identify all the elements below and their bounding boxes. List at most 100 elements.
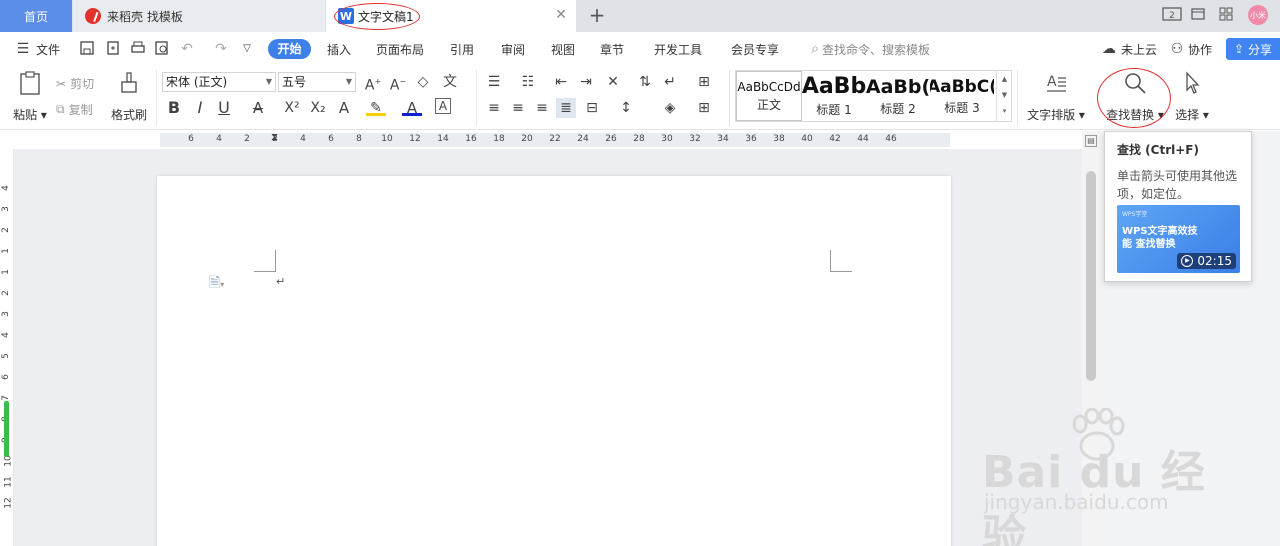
avatar[interactable]: 小米 (1248, 5, 1268, 25)
align-center-icon[interactable]: ≡ (508, 98, 528, 118)
highlight-icon[interactable]: ✎ (366, 98, 386, 116)
tab-view[interactable]: 视图 (551, 41, 575, 58)
divider (729, 70, 730, 126)
phonetic-guide-icon[interactable]: 文 (440, 72, 460, 92)
document-page[interactable]: ↵ 🗎▾ (157, 176, 951, 546)
apps-grid-icon[interactable] (1216, 6, 1236, 24)
hamburger-icon[interactable]: ☰ (14, 40, 32, 58)
find-replace-button[interactable]: 查找替换 ▾ (1104, 70, 1166, 123)
tab-daoke[interactable]: 来稻壳 找模板 (73, 0, 325, 32)
line-spacing-icon[interactable]: ↕ (616, 98, 636, 118)
increase-indent-icon[interactable]: ⇥ (576, 72, 596, 92)
tab-document[interactable]: W 文字文稿1 ✕ (326, 0, 576, 32)
customize-dropdown-icon[interactable]: ▽ (238, 40, 256, 58)
new-tab-button[interactable]: + (586, 4, 608, 26)
collaborate-button[interactable]: 协作 (1188, 41, 1212, 58)
cut-button[interactable]: ✂ 剪切 (56, 75, 94, 92)
tab-home[interactable]: 首页 (0, 0, 72, 32)
play-icon: ▶ (1181, 255, 1194, 267)
save-icon[interactable] (78, 40, 96, 58)
print-icon[interactable] (129, 40, 147, 58)
close-tab-icon[interactable]: ✕ (554, 8, 568, 22)
ruler-tick: 11 (3, 476, 14, 488)
italic-icon[interactable]: I (190, 98, 210, 118)
align-left-icon[interactable]: ≡ (484, 98, 504, 118)
cloud-status[interactable]: 未上云 (1121, 41, 1157, 58)
paragraph-mark[interactable]: ↵ (276, 275, 285, 288)
tab-developer[interactable]: 开发工具 (654, 41, 702, 58)
copy-button[interactable]: ⧉ 复制 (56, 101, 93, 118)
command-search-input[interactable]: 查找命令、搜索模板 (822, 41, 930, 58)
layout-switch-icon[interactable]: 2 (1162, 6, 1182, 24)
text-effect-icon[interactable]: A (334, 98, 354, 118)
tutorial-video-thumbnail[interactable]: WPS学堂 WPS文字高效技能 查找替换 ▶ 02:15 (1117, 205, 1240, 273)
ruler-tick: 4 (0, 332, 11, 338)
vertical-ruler[interactable]: 4321123456789101112 (0, 149, 14, 546)
ruler-tick: 38 (773, 134, 785, 144)
skin-icon[interactable] (1188, 6, 1208, 24)
share-button[interactable]: ⇪ 分享 (1226, 38, 1280, 60)
decrease-indent-icon[interactable]: ⇤ (551, 72, 571, 92)
clear-format-icon[interactable]: ◇ (413, 72, 433, 92)
font-size-select[interactable]: 五号 ▼ (278, 72, 356, 92)
find-replace-label: 查找替换 ▾ (1106, 108, 1164, 122)
tab-stops-icon[interactable]: ⊞ (694, 72, 714, 92)
show-marks-icon[interactable]: ↵ (660, 72, 680, 92)
tab-chapter[interactable]: 章节 (600, 41, 624, 58)
chinese-layout-icon[interactable]: ✕ (603, 72, 623, 92)
ruler-tick: 12 (3, 497, 14, 509)
tab-review[interactable]: 审阅 (501, 41, 525, 58)
style-heading-1[interactable]: AaBb 标题 1 (802, 71, 866, 121)
sort-icon[interactable]: ⇅ (635, 72, 655, 92)
character-border-icon[interactable]: A (435, 98, 451, 114)
paragraph-options-icon[interactable]: 🗎▾ (209, 272, 224, 296)
tab-references[interactable]: 引用 (450, 41, 474, 58)
ruler-tick: 4 (216, 134, 222, 144)
scroll-top-icon[interactable]: ▤ (1085, 135, 1097, 147)
shrink-font-icon[interactable]: A− (388, 72, 408, 94)
borders-icon[interactable]: ⊞ (694, 98, 714, 118)
grow-font-icon[interactable]: A+ (363, 72, 383, 94)
tab-insert[interactable]: 插入 (327, 41, 351, 58)
style-heading-3[interactable]: AaBbC( 标题 3 (930, 71, 994, 121)
menu-file[interactable]: 文件 (36, 41, 60, 58)
tab-page-layout[interactable]: 页面布局 (376, 41, 424, 58)
divider (1017, 70, 1018, 126)
bullet-list-icon[interactable]: ☰ (484, 72, 504, 92)
menu-bar: ☰ 文件 ↶ ↷ ▽ 开始 插入 页面布局 引用 审阅 视图 章节 开发工具 会… (0, 32, 1280, 66)
scroll-thumb[interactable] (1086, 171, 1096, 381)
subscript-icon[interactable]: X₂ (308, 98, 328, 118)
font-color-icon[interactable]: A (402, 98, 422, 117)
share-icon: ⇪ (1233, 42, 1245, 56)
bold-icon[interactable]: B (164, 98, 184, 118)
margin-corner-top-left (254, 250, 276, 272)
tab-member[interactable]: 会员专享 (731, 41, 779, 58)
print-preview-icon[interactable] (153, 40, 171, 58)
styles-scroll[interactable]: ▲ ▼ ▾ (996, 71, 1012, 121)
superscript-icon[interactable]: X² (282, 98, 302, 118)
format-painter-button[interactable]: 格式刷 (108, 70, 150, 123)
export-pdf-icon[interactable] (104, 40, 122, 58)
indent-marker-icon[interactable]: ⧗ (271, 132, 278, 143)
copy-icon: ⧉ (56, 102, 65, 116)
numbered-list-icon[interactable]: ☷ (518, 72, 538, 92)
style-normal[interactable]: AaBbCcDd 正文 (736, 71, 802, 121)
style-heading-2[interactable]: AaBb( 标题 2 (866, 71, 930, 121)
find-tooltip: 查找 (Ctrl+F) 单击箭头可使用其他选项，如定位。 WPS学堂 WPS文字… (1104, 131, 1252, 282)
distributed-icon[interactable]: ⊟ (582, 98, 602, 118)
redo-icon[interactable]: ↷ (212, 40, 230, 58)
ruler-tick: 1 (0, 248, 11, 254)
strikethrough-icon[interactable]: A (248, 98, 268, 118)
underline-icon[interactable]: U (214, 98, 234, 118)
justify-icon[interactable]: ≣ (556, 98, 576, 118)
shading-icon[interactable]: ◈ (660, 98, 680, 118)
horizontal-ruler[interactable]: 6 4 2 2 4 6 8 10 12 14 16 18 20 22 24 26 28 30 32 34 36 38 40 4… (0, 131, 1080, 149)
text-layout-button[interactable]: A 文字排版 ▾ (1026, 70, 1086, 123)
align-right-icon[interactable]: ≡ (532, 98, 552, 118)
undo-icon[interactable]: ↶ (178, 40, 196, 58)
tab-start[interactable]: 开始 (268, 39, 311, 59)
paste-button[interactable]: 粘贴 ▾ (10, 70, 50, 123)
ruler-tick: 32 (689, 134, 701, 144)
select-button[interactable]: 选择 ▾ (1172, 70, 1212, 123)
font-name-select[interactable]: 宋体 (正文) ▼ (162, 72, 276, 92)
